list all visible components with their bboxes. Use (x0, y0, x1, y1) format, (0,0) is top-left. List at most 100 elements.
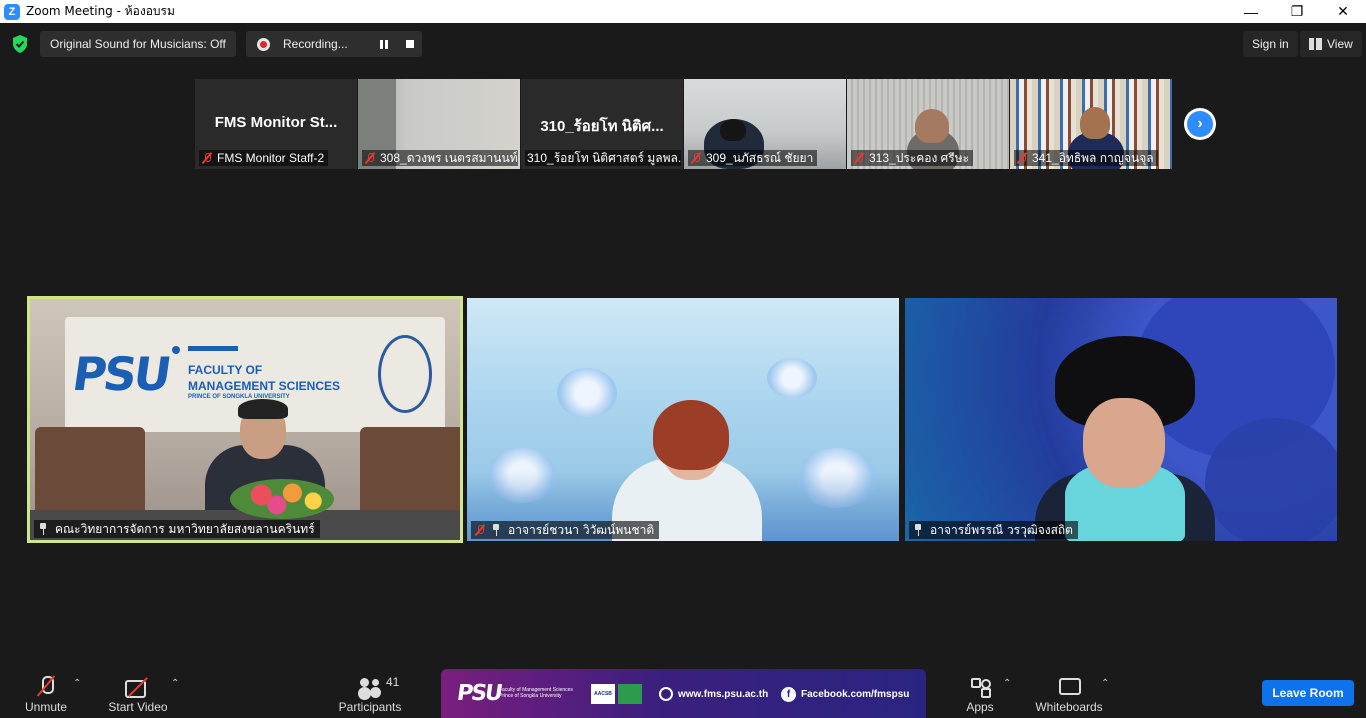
window-title: Zoom Meeting - ห้องอบรม (26, 4, 175, 18)
participant-face (1083, 398, 1165, 488)
stop-recording-icon[interactable] (402, 36, 418, 52)
leave-room-button[interactable]: Leave Room (1262, 680, 1354, 706)
psu-logo-bar (188, 346, 238, 351)
start-video-button[interactable]: Start Video (106, 666, 170, 718)
participant-name: อาจารย์ชวนา วิวัฒน์พนชาติ (508, 522, 655, 537)
apps-icon (971, 678, 991, 696)
participant-thumbnail[interactable]: 308_ดวงพร เนตรสมานนท์ (358, 79, 520, 169)
video-person-head (720, 119, 746, 141)
pin-icon (490, 524, 502, 536)
university-seal (378, 335, 432, 413)
background-flower-petal (1205, 418, 1337, 541)
participant-name-label: อาจารย์พรรณี วรวุฒิจงสถิต (909, 521, 1078, 539)
recording-dot-icon (257, 37, 270, 51)
close-button[interactable]: ✕ (1320, 0, 1366, 23)
participant-name-label: 309_นภัสธรณ์ ชัยยา (688, 150, 818, 166)
next-page-button[interactable]: › (1184, 108, 1216, 140)
camera-off-icon (125, 678, 151, 698)
participants-button[interactable]: Participants (336, 666, 404, 718)
apps-options-chevron-icon[interactable]: ⌃ (1003, 678, 1011, 689)
facebook-text: Facebook.com/fmspsu (801, 689, 910, 700)
psu-logo: PSU (69, 347, 172, 401)
participant-thumbnail[interactable]: 341_อิทธิพล กาญจนจุล (1010, 79, 1172, 169)
video-tile[interactable]: อาจารย์พรรณี วรวุฒิจงสถิต (905, 298, 1337, 541)
participant-thumbnail-strip: FMS Monitor St... FMS Monitor Staff-2 30… (195, 79, 1172, 169)
accreditation-badge (618, 684, 642, 704)
facebook-icon: f (781, 687, 796, 702)
pin-icon (37, 523, 49, 535)
flower-arrangement (230, 479, 334, 519)
mic-muted-icon (1016, 152, 1028, 164)
participant-name-label: อาจารย์ชวนา วิวัฒน์พนชาติ (471, 521, 660, 539)
participant-name: 309_นภัสธรณ์ ชัยยา (706, 150, 814, 165)
participant-thumbnail[interactable]: 309_นภัสธรณ์ ชัยยา (684, 79, 846, 169)
faculty-banner: PSU Faculty of Management Sciences Princ… (441, 669, 926, 718)
participant-name-label: 313_ประคอง ศรีษะ (851, 150, 974, 166)
audio-options-chevron-icon[interactable]: ⌃ (73, 678, 81, 689)
sign-text: PRINCE OF SONGKLA UNIVERSITY (188, 394, 290, 400)
globe-icon (659, 687, 673, 701)
speaker-hair (238, 399, 288, 419)
pin-icon (912, 524, 924, 536)
mic-muted-icon (201, 152, 213, 164)
participant-display-name: 310_ร้อยโท นิติศ... (540, 118, 664, 135)
video-person-head (915, 109, 949, 143)
window-controls: — ❐ ✕ (1228, 0, 1366, 23)
participant-name: FMS Monitor Staff-2 (217, 151, 325, 165)
participants-label: Participants (338, 700, 402, 714)
mic-muted-icon (690, 152, 702, 164)
grid-view-icon (1309, 38, 1322, 50)
participant-display-name: FMS Monitor St... (214, 114, 338, 131)
website-text: www.fms.psu.ac.th (678, 688, 769, 700)
microphone-muted-icon (39, 676, 54, 696)
chevron-right-icon: › (1187, 111, 1213, 137)
banner-faculty-text: Faculty of Management Sciences Prince of… (499, 687, 573, 699)
recording-indicator: Recording... (246, 31, 422, 57)
mic-muted-icon (364, 152, 376, 164)
pause-recording-icon[interactable] (376, 36, 392, 52)
participants-count: 41 (386, 675, 400, 689)
whiteboards-label: Whiteboards (1035, 700, 1103, 714)
unmute-label: Unmute (24, 700, 68, 714)
participant-name-label: FMS Monitor Staff-2 (199, 150, 329, 166)
whiteboard-icon (1059, 678, 1081, 696)
chair (360, 427, 460, 517)
banner-faculty-line: Prince of Songkla University (499, 693, 562, 699)
view-label: View (1327, 37, 1353, 51)
recording-label: Recording... (283, 37, 348, 51)
aacsb-badge: AACSB (591, 684, 615, 704)
chair (35, 427, 145, 517)
minimize-button[interactable]: — (1228, 0, 1274, 23)
participants-icon (358, 678, 382, 696)
sign-in-button[interactable]: Sign in (1243, 31, 1298, 57)
view-button[interactable]: View (1300, 31, 1362, 57)
participant-name: 308_ดวงพร เนตรสมานนท์ (380, 150, 518, 165)
apps-button[interactable]: Apps (962, 666, 998, 718)
participant-name-label: คณะวิทยาการจัดการ มหาวิทยาลัยสงขลานครินท… (34, 520, 320, 538)
restore-button[interactable]: ❐ (1274, 0, 1320, 23)
sign-text: MANAGEMENT SCIENCES (188, 379, 341, 393)
mic-muted-icon (474, 524, 486, 536)
unmute-button[interactable]: Unmute (22, 666, 70, 718)
encryption-shield-icon[interactable] (11, 34, 29, 54)
video-tile-active-speaker[interactable]: PSU FACULTY OF MANAGEMENT SCIENCES PRINC… (27, 296, 463, 543)
participant-name-label: 310_ร้อยโท นิติศาสตร์ มูลพล... (525, 150, 681, 166)
participant-thumbnail[interactable]: 313_ประคอง ศรีษะ (847, 79, 1009, 169)
participant-name: 313_ประคอง ศรีษะ (869, 150, 970, 165)
video-options-chevron-icon[interactable]: ⌃ (171, 678, 179, 689)
video-person-head (1080, 107, 1110, 139)
psu-logo-dot (172, 346, 180, 354)
participant-name-label: 308_ดวงพร เนตรสมานนท์ (362, 150, 518, 166)
banner-psu-logo: PSU (455, 681, 503, 706)
background-flower (557, 368, 617, 418)
participant-thumbnail[interactable]: 310_ร้อยโท นิติศ... 310_ร้อยโท นิติศาสตร… (521, 79, 683, 169)
start-video-label: Start Video (108, 700, 168, 714)
meeting-top-bar: Original Sound for Musicians: Off Record… (0, 23, 1366, 65)
whiteboard-options-chevron-icon[interactable]: ⌃ (1101, 678, 1109, 689)
participant-thumbnail[interactable]: FMS Monitor St... FMS Monitor Staff-2 (195, 79, 357, 169)
banner-facebook: f Facebook.com/fmspsu (781, 687, 909, 702)
participant-name: 310_ร้อยโท นิติศาสตร์ มูลพล... (527, 150, 681, 165)
original-sound-toggle[interactable]: Original Sound for Musicians: Off (40, 31, 236, 57)
video-tile[interactable]: อาจารย์ชวนา วิวัฒน์พนชาติ (467, 298, 899, 541)
whiteboards-button[interactable]: Whiteboards (1033, 666, 1105, 718)
